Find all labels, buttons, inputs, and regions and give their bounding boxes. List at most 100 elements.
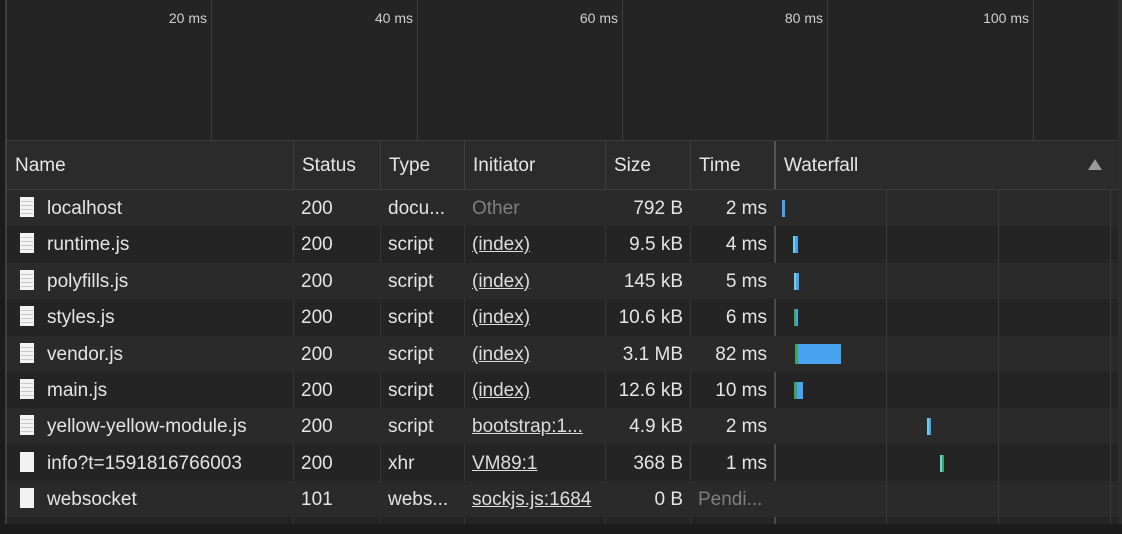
script-file-icon bbox=[20, 379, 34, 399]
script-file-icon bbox=[20, 415, 34, 436]
request-name[interactable]: info?t=1591816766003 bbox=[47, 445, 242, 481]
request-row[interactable]: localhost 200 docu... Other 792 B 2 ms bbox=[7, 190, 1118, 226]
waterfall-gridline bbox=[998, 190, 999, 524]
time-cell: 10 ms bbox=[715, 380, 767, 401]
script-file-icon bbox=[20, 269, 34, 290]
size-cell: 9.5 kB bbox=[629, 234, 683, 256]
size-cell: 12.6 kB bbox=[618, 380, 683, 401]
panel-bottom-edge bbox=[0, 524, 1122, 534]
overview-tick-label: 100 ms bbox=[983, 10, 1029, 26]
status-cell: 200 bbox=[301, 416, 333, 438]
type-cell: script bbox=[388, 343, 434, 365]
panel-right-edge bbox=[1118, 0, 1122, 534]
time-cell: Pendi... bbox=[698, 489, 763, 511]
request-row[interactable]: vendor.js 200 script (index) 3.1 MB 82 ms bbox=[7, 335, 1118, 372]
time-cell: 4 ms bbox=[725, 234, 767, 256]
requests-table-header: Name Status Type Initiator Size Time Wat… bbox=[7, 141, 1118, 190]
size-cell: 4.9 kB bbox=[629, 416, 683, 438]
waterfall-bar[interactable] bbox=[782, 200, 785, 217]
column-header-waterfall[interactable]: Waterfall bbox=[774, 141, 1118, 189]
column-header-name[interactable]: Name bbox=[7, 141, 293, 189]
requests-table-body: localhost 200 docu... Other 792 B 2 ms runtime… bbox=[7, 190, 1118, 524]
size-cell: 792 B bbox=[633, 198, 683, 219]
status-cell: 200 bbox=[301, 198, 333, 219]
request-name[interactable]: websocket bbox=[47, 481, 137, 517]
overview-tick-label: 80 ms bbox=[784, 10, 823, 26]
waterfall-bar[interactable] bbox=[929, 418, 931, 436]
waterfall-bar[interactable] bbox=[942, 454, 944, 472]
sort-ascending-icon[interactable] bbox=[1088, 159, 1102, 170]
websocket-file-icon bbox=[20, 488, 34, 509]
network-panel: 20 ms 40 ms 60 ms 80 ms 100 ms Name Stat… bbox=[0, 0, 1122, 534]
status-cell: 101 bbox=[301, 489, 333, 511]
network-overview-timeline[interactable]: 20 ms 40 ms 60 ms 80 ms 100 ms bbox=[7, 0, 1118, 141]
initiator-cell[interactable]: (index) bbox=[464, 263, 605, 299]
request-name[interactable]: styles.js bbox=[47, 299, 115, 335]
overview-tick-label: 40 ms bbox=[374, 10, 413, 26]
time-cell: 2 ms bbox=[725, 198, 767, 219]
size-cell: 368 B bbox=[633, 452, 683, 474]
waterfall-bar[interactable] bbox=[798, 343, 841, 364]
time-cell: 2 ms bbox=[725, 416, 767, 438]
overview-gridline bbox=[622, 0, 623, 140]
waterfall-header-label: Waterfall bbox=[784, 155, 859, 176]
type-cell: script bbox=[388, 234, 434, 256]
initiator-cell[interactable]: VM89:1 bbox=[464, 445, 605, 481]
status-cell: 200 bbox=[301, 380, 333, 401]
request-name[interactable]: vendor.js bbox=[47, 336, 123, 372]
request-row[interactable]: main.js 200 script (index) 12.6 kB 10 ms bbox=[7, 372, 1118, 408]
column-header-status[interactable]: Status bbox=[293, 141, 380, 189]
status-cell: 200 bbox=[301, 343, 333, 365]
waterfall-gridline bbox=[886, 190, 887, 524]
request-row[interactable]: polyfills.js 200 script (index) 145 kB 5 ms bbox=[7, 262, 1118, 299]
column-header-type[interactable]: Type bbox=[380, 141, 464, 189]
time-cell: 6 ms bbox=[725, 307, 767, 329]
request-name[interactable]: localhost bbox=[47, 190, 122, 226]
status-cell: 200 bbox=[301, 307, 333, 329]
type-cell: script bbox=[388, 380, 434, 401]
overview-tick-label: 20 ms bbox=[168, 10, 207, 26]
initiator-cell[interactable]: (index) bbox=[464, 336, 605, 372]
request-row[interactable]: runtime.js 200 script (index) 9.5 kB 4 ms bbox=[7, 226, 1118, 262]
script-file-icon bbox=[20, 342, 34, 363]
size-cell: 0 B bbox=[654, 489, 683, 511]
request-name[interactable]: yellow-yellow-module.js bbox=[47, 408, 247, 444]
waterfall-gridline bbox=[1110, 190, 1111, 524]
time-cell: 82 ms bbox=[715, 343, 767, 365]
script-file-icon bbox=[20, 306, 34, 327]
request-name[interactable]: main.js bbox=[47, 372, 107, 408]
type-cell: script bbox=[388, 270, 434, 292]
type-cell: script bbox=[388, 416, 434, 438]
initiator-cell[interactable]: (index) bbox=[464, 299, 605, 335]
panel-left-edge bbox=[0, 0, 7, 534]
initiator-cell[interactable]: bootstrap:1... bbox=[464, 408, 605, 444]
overview-gridline bbox=[1033, 0, 1034, 140]
document-icon bbox=[20, 197, 34, 217]
initiator-cell[interactable]: (index) bbox=[464, 226, 605, 262]
waterfall-bar[interactable] bbox=[795, 236, 798, 254]
request-name[interactable]: runtime.js bbox=[47, 226, 129, 262]
column-header-time[interactable]: Time bbox=[690, 141, 774, 189]
request-name[interactable]: polyfills.js bbox=[47, 263, 128, 299]
type-cell: script bbox=[388, 307, 434, 329]
script-file-icon bbox=[20, 233, 34, 254]
time-cell: 1 ms bbox=[725, 452, 767, 474]
request-row[interactable]: styles.js 200 script (index) 10.6 kB 6 ms bbox=[7, 299, 1118, 335]
waterfall-bar[interactable] bbox=[797, 382, 803, 399]
xhr-file-icon bbox=[20, 451, 34, 472]
waterfall-bar[interactable] bbox=[796, 272, 799, 290]
overview-gridline bbox=[417, 0, 418, 140]
column-header-size[interactable]: Size bbox=[605, 141, 690, 189]
request-row[interactable]: info?t=1591816766003 200 xhr VM89:1 368 B 1 m… bbox=[7, 445, 1118, 481]
waterfall-bar[interactable] bbox=[796, 309, 798, 327]
request-row[interactable]: websocket 101 webs... sockjs.js:1684 0 B Pend… bbox=[7, 481, 1118, 518]
column-header-initiator[interactable]: Initiator bbox=[464, 141, 605, 189]
size-cell: 145 kB bbox=[623, 270, 683, 292]
initiator-cell[interactable]: (index) bbox=[464, 372, 605, 408]
size-cell: 3.1 MB bbox=[622, 343, 683, 365]
size-cell: 10.6 kB bbox=[618, 307, 683, 329]
request-row[interactable]: yellow-yellow-module.js 200 script bootstra… bbox=[7, 408, 1118, 445]
initiator-cell[interactable]: sockjs.js:1684 bbox=[464, 481, 605, 517]
status-cell: 200 bbox=[301, 234, 333, 256]
time-cell: 5 ms bbox=[725, 270, 767, 292]
